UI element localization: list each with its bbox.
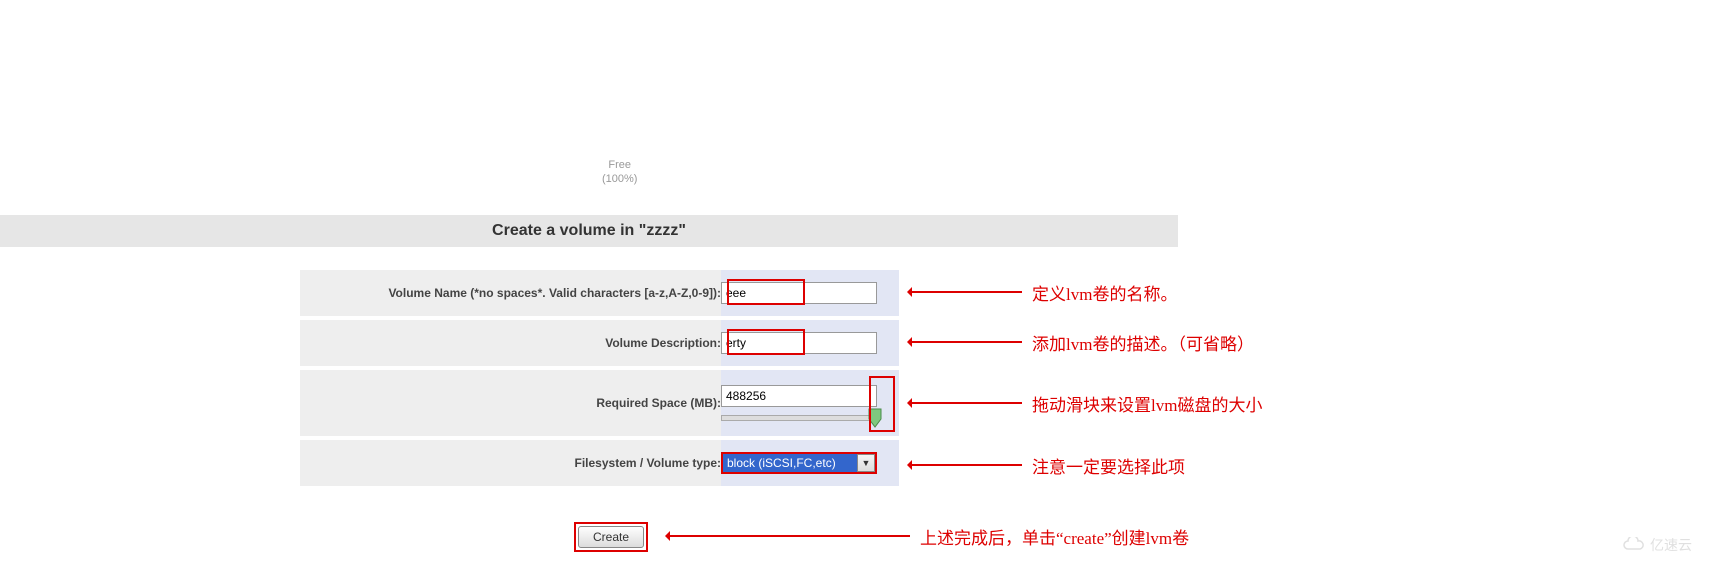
cloud-icon [1622,537,1646,553]
create-button-highlight: Create [574,522,648,552]
arrow-icon [912,291,1022,293]
fs-type-label: Filesystem / Volume type: [300,440,721,486]
free-text: Free [608,159,631,171]
arrow-icon [912,341,1022,343]
free-space-label: Free (100%) [602,158,637,187]
volume-name-input[interactable] [721,282,877,304]
space-slider-track[interactable] [721,415,877,421]
required-space-input[interactable] [721,385,877,407]
required-space-label: Required Space (MB): [300,370,721,436]
fs-type-selected: block (iSCSI,FC,etc) [723,454,857,472]
arrow-icon [670,535,910,537]
page-title: Create a volume in "zzzz" [492,222,686,240]
create-button[interactable]: Create [578,526,644,548]
space-slider-handle[interactable] [868,408,882,428]
create-volume-form: Volume Name (*no spaces*. Valid characte… [300,270,899,486]
watermark: 亿速云 [1622,535,1692,555]
chevron-down-icon[interactable]: ▼ [857,454,875,472]
free-percent: (100%) [602,173,637,185]
annotation-volume-name: 定义lvm卷的名称。 [1032,280,1177,305]
volume-description-label: Volume Description: [300,320,721,366]
annotation-create: 上述完成后，单击“create”创建lvm卷 [920,524,1189,549]
heading-bar: Create a volume in "zzzz" [0,215,1178,247]
watermark-text: 亿速云 [1650,535,1692,555]
annotation-fs-type: 注意一定要选择此项 [1032,453,1185,478]
arrow-icon [912,402,1022,404]
arrow-icon [912,464,1022,466]
volume-name-label: Volume Name (*no spaces*. Valid characte… [300,270,721,316]
annotation-volume-desc: 添加lvm卷的描述。（可省略） [1032,330,1254,355]
volume-description-input[interactable] [721,332,877,354]
annotation-slider: 拖动滑块来设置lvm磁盘的大小 [1032,391,1262,416]
fs-type-select[interactable]: block (iSCSI,FC,etc) ▼ [721,452,877,474]
